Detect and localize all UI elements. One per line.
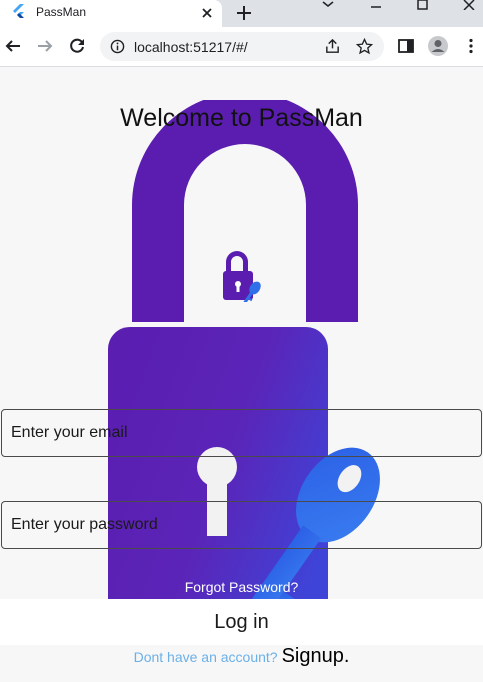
tab-title: PassMan <box>36 5 87 19</box>
password-field[interactable]: Enter your password <box>1 501 482 549</box>
maximize-icon[interactable] <box>415 0 431 10</box>
page-title: Welcome to PassMan <box>120 104 363 132</box>
signup-question: Dont have an account? <box>133 649 278 665</box>
side-panel-icon[interactable] <box>397 37 415 55</box>
address-bar[interactable]: localhost:51217/#/ <box>100 32 384 61</box>
login-button-label: Log in <box>214 611 269 633</box>
app-page: Welcome to PassMan Enter your email Ente… <box>0 67 483 682</box>
reload-icon[interactable] <box>68 37 86 55</box>
minimize-icon[interactable] <box>368 0 384 10</box>
share-icon[interactable] <box>324 38 341 55</box>
chevron-down-icon[interactable] <box>320 0 336 10</box>
close-window-icon[interactable] <box>461 0 477 10</box>
browser-tabbar: PassMan <box>0 0 483 27</box>
close-tab-icon[interactable] <box>199 5 215 21</box>
padlock-with-key-icon <box>223 251 261 302</box>
profile-avatar-icon[interactable] <box>427 35 449 57</box>
email-field[interactable]: Enter your email <box>1 409 482 457</box>
star-icon[interactable] <box>356 38 373 55</box>
new-tab-icon[interactable] <box>234 3 254 23</box>
browser-tab[interactable]: PassMan <box>0 0 222 27</box>
signup-row: Dont have an account? Signup. <box>0 645 483 682</box>
info-icon[interactable] <box>110 39 125 54</box>
signup-link[interactable]: Signup. <box>282 645 350 667</box>
password-placeholder: Enter your password <box>11 516 158 533</box>
flutter-icon <box>13 4 24 18</box>
login-button[interactable]: Log in <box>0 599 483 645</box>
more-menu-icon[interactable] <box>462 37 480 55</box>
email-placeholder: Enter your email <box>11 424 128 441</box>
back-arrow-icon[interactable] <box>4 37 22 55</box>
forward-arrow-icon[interactable] <box>36 37 54 55</box>
browser-toolbar: localhost:51217/#/ <box>0 27 483 67</box>
url-text: localhost:51217/#/ <box>134 39 248 55</box>
forgot-password-link[interactable]: Forgot Password? <box>0 579 483 595</box>
